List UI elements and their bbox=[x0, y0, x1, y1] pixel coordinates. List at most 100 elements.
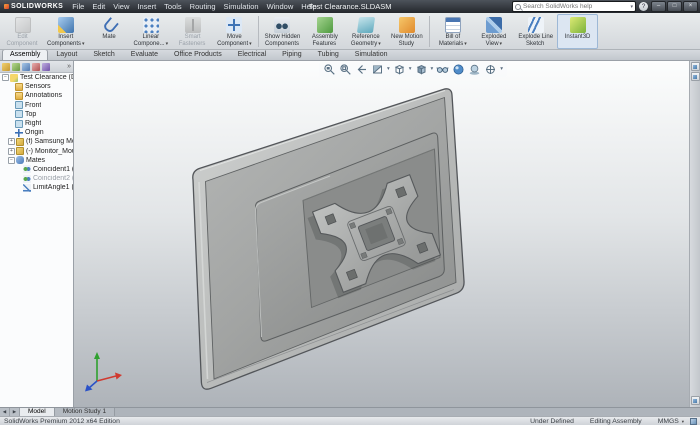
help-button[interactable]: ? bbox=[639, 2, 648, 11]
scroll-down-button[interactable] bbox=[691, 396, 700, 405]
assembly-features-button[interactable]: Assembly Features bbox=[304, 14, 345, 49]
insert-components-button[interactable]: Insert Components▾ bbox=[43, 14, 89, 49]
tab-tubing[interactable]: Tubing bbox=[310, 49, 347, 60]
edit-appearance-icon[interactable] bbox=[452, 63, 465, 76]
zoom-fit-icon[interactable] bbox=[323, 63, 336, 76]
linear-component-pattern-button[interactable]: Linear Compone...▾ bbox=[130, 14, 173, 49]
view-settings-icon[interactable] bbox=[484, 63, 497, 76]
panel-chevron-icon[interactable]: » bbox=[67, 63, 71, 70]
heads-up-view-toolbar: ▾ ▾ ▾ bbox=[319, 62, 507, 77]
monitor-assembly-model[interactable] bbox=[74, 61, 689, 407]
dropdown-caret-icon[interactable]: ▾ bbox=[387, 63, 390, 76]
reference-geometry-button[interactable]: Reference Geometry▾ bbox=[345, 14, 386, 49]
menu-tools[interactable]: Tools bbox=[160, 2, 186, 11]
menu-file[interactable]: File bbox=[68, 2, 88, 11]
smart-fasteners-icon bbox=[185, 17, 201, 33]
linear-pattern-icon bbox=[143, 17, 159, 33]
featuremanager-tab-icon[interactable] bbox=[2, 63, 10, 71]
tree-item-monitor-mount[interactable]: + (-) Monitor_Mount_Rev1-... bbox=[0, 147, 73, 156]
tab-electrical[interactable]: Electrical bbox=[230, 49, 274, 60]
tab-simulation[interactable]: Simulation bbox=[347, 49, 396, 60]
tree-item-right-plane[interactable]: Right bbox=[0, 119, 73, 128]
menu-view[interactable]: View bbox=[109, 2, 133, 11]
tab-model[interactable]: Model bbox=[20, 408, 55, 416]
close-button[interactable]: × bbox=[683, 1, 698, 12]
menu-window[interactable]: Window bbox=[263, 2, 298, 11]
tree-item-samsung-monitor[interactable]: + (f) Samsung Monitor_clea... bbox=[0, 137, 73, 146]
instant3d-button[interactable]: Instant3D bbox=[557, 14, 598, 49]
smart-fasteners-button[interactable]: Smart Fasteners bbox=[172, 14, 213, 49]
split-view-button[interactable] bbox=[691, 72, 700, 81]
move-component-button[interactable]: Move Component▾ bbox=[213, 14, 256, 49]
tab-layout[interactable]: Layout bbox=[48, 49, 85, 60]
fullscreen-button[interactable] bbox=[691, 62, 700, 71]
expander-icon[interactable]: + bbox=[8, 138, 15, 145]
show-hidden-components-button[interactable]: Show Hidden Components bbox=[261, 14, 305, 49]
plane-icon bbox=[15, 110, 23, 118]
plane-icon bbox=[15, 120, 23, 128]
propertymanager-tab-icon[interactable] bbox=[12, 63, 20, 71]
apply-scene-icon[interactable] bbox=[468, 63, 481, 76]
explode-line-sketch-button[interactable]: Explode Line Sketch bbox=[514, 14, 557, 49]
document-title: Test Clearance.SLDASM bbox=[309, 2, 392, 11]
status-display-icon[interactable] bbox=[690, 418, 697, 425]
expander-icon[interactable]: − bbox=[8, 157, 15, 164]
tree-item-mates[interactable]: − Mates bbox=[0, 156, 73, 165]
view-orientation-icon[interactable] bbox=[393, 63, 406, 76]
expander-icon[interactable]: − bbox=[2, 74, 9, 81]
tree-item-coincident2[interactable]: Coincident2 (Samsun... bbox=[0, 174, 73, 183]
tab-evaluate[interactable]: Evaluate bbox=[123, 49, 166, 60]
tree-item-coincident1[interactable]: Coincident1 (Monitor_... bbox=[0, 165, 73, 174]
edit-component-icon bbox=[15, 17, 31, 33]
tab-sketch[interactable]: Sketch bbox=[85, 49, 122, 60]
tab-motion-study-1[interactable]: Motion Study 1 bbox=[55, 408, 115, 416]
tree-item-assembly-root[interactable]: − Test Clearance (Default<De bbox=[0, 73, 73, 82]
exploded-view-button[interactable]: Exploded View▾ bbox=[473, 14, 514, 49]
motion-study-icon bbox=[399, 17, 415, 33]
hide-show-items-icon[interactable] bbox=[436, 63, 449, 76]
display-style-icon[interactable] bbox=[415, 63, 428, 76]
maximize-button[interactable]: □ bbox=[667, 1, 682, 12]
menu-edit[interactable]: Edit bbox=[88, 2, 109, 11]
section-view-icon[interactable] bbox=[371, 63, 384, 76]
mate-button[interactable]: Mate bbox=[89, 14, 130, 49]
tree-item-sensors[interactable]: Sensors bbox=[0, 82, 73, 91]
tab-piping[interactable]: Piping bbox=[274, 49, 309, 60]
mate-icon bbox=[101, 17, 117, 33]
zoom-to-area-icon[interactable] bbox=[339, 63, 352, 76]
search-box[interactable]: ▾ bbox=[512, 1, 636, 12]
previous-view-icon[interactable] bbox=[355, 63, 368, 76]
minimize-button[interactable]: – bbox=[651, 1, 666, 12]
search-scope-caret-icon[interactable]: ▾ bbox=[630, 4, 633, 10]
tree-item-annotations[interactable]: Annotations bbox=[0, 91, 73, 100]
tree-item-top-plane[interactable]: Top bbox=[0, 110, 73, 119]
menu-insert[interactable]: Insert bbox=[133, 2, 160, 11]
dropdown-caret-icon[interactable]: ▾ bbox=[431, 63, 434, 76]
new-motion-study-button[interactable]: New Motion Study bbox=[386, 14, 427, 49]
dimxpertmanager-tab-icon[interactable] bbox=[32, 63, 40, 71]
displaymanager-tab-icon[interactable] bbox=[42, 63, 50, 71]
tab-office-products[interactable]: Office Products bbox=[166, 49, 230, 60]
dropdown-caret-icon[interactable]: ▾ bbox=[409, 63, 412, 76]
bill-of-materials-button[interactable]: Bill of Materials▾ bbox=[432, 14, 473, 49]
tree-item-limitangle1[interactable]: LimitAngle1 (Monitor... bbox=[0, 183, 73, 192]
expander-icon[interactable]: + bbox=[8, 148, 15, 155]
tab-scroll-right-icon[interactable]: ▶ bbox=[10, 408, 20, 416]
units-selector[interactable]: MMGS ▾ bbox=[658, 418, 684, 425]
search-input[interactable] bbox=[523, 3, 628, 11]
tree-item-origin[interactable]: Origin bbox=[0, 128, 73, 137]
menu-simulation[interactable]: Simulation bbox=[220, 2, 263, 11]
viewport-scrollbar[interactable] bbox=[689, 61, 700, 407]
tree-item-front-plane[interactable]: Front bbox=[0, 101, 73, 110]
tab-assembly[interactable]: Assembly bbox=[2, 49, 48, 60]
move-component-icon bbox=[226, 17, 242, 33]
dropdown-caret-icon[interactable]: ▾ bbox=[500, 63, 503, 76]
menu-routing[interactable]: Routing bbox=[186, 2, 220, 11]
graphics-viewport[interactable]: ▾ ▾ ▾ bbox=[74, 61, 689, 407]
origin-icon bbox=[15, 129, 23, 137]
origin-triad[interactable] bbox=[85, 352, 122, 392]
configurationmanager-tab-icon[interactable] bbox=[22, 63, 30, 71]
edit-component-button[interactable]: Edit Component bbox=[2, 14, 43, 49]
edition-label: SolidWorks Premium 2012 x64 Edition bbox=[0, 418, 120, 425]
tab-scroll-left-icon[interactable]: ◀ bbox=[0, 408, 10, 416]
